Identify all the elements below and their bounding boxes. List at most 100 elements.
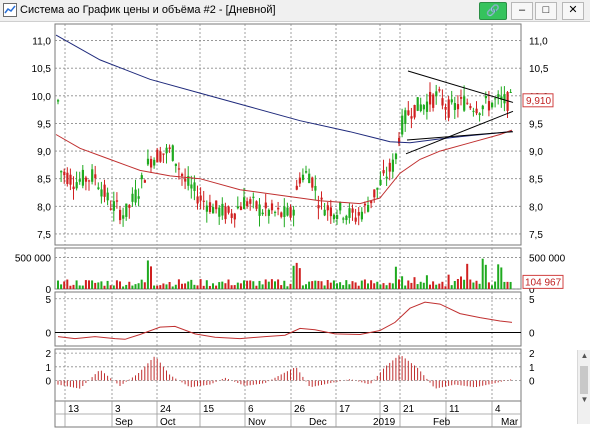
up-candle [78, 179, 81, 182]
volume-bar [227, 279, 230, 289]
volume-bar [295, 262, 298, 289]
oscillator-tick-label-right: 0 [529, 329, 535, 340]
volume-bar [81, 285, 84, 289]
minimize-button[interactable]: – [511, 2, 533, 20]
volume-bar [370, 280, 373, 289]
volume-bar [323, 285, 326, 289]
volume-bar [360, 280, 363, 289]
volume-bar [88, 280, 90, 289]
up-candle [314, 185, 317, 191]
down-candle [351, 208, 354, 213]
price-tick-label-right: 11,0 [529, 37, 548, 48]
scroll-up-icon[interactable]: ▲ [578, 350, 590, 362]
volume-bar [205, 280, 208, 289]
down-candle [444, 107, 447, 110]
volume-bar [469, 279, 472, 289]
volume-bar [373, 283, 376, 289]
up-candle [125, 203, 128, 217]
down-candle [227, 206, 230, 213]
up-candle [484, 95, 487, 99]
volume-bar [348, 284, 351, 289]
volume-bar [484, 264, 487, 289]
time-axis-month-label: Mar [501, 417, 519, 428]
volume-bar [407, 280, 410, 289]
maximize-button[interactable]: □ [535, 2, 557, 20]
volume-bar [134, 284, 137, 289]
up-candle [131, 193, 134, 202]
volume-bar [255, 285, 258, 289]
histogram-tick-label-left: 1 [45, 363, 51, 374]
down-candle [69, 174, 72, 185]
down-candle [456, 104, 460, 110]
volume-bar [367, 283, 369, 289]
volume-bar [267, 281, 270, 289]
volume-bar [413, 277, 416, 289]
up-candle [60, 171, 63, 173]
price-tick-label-left: 10,0 [32, 92, 52, 103]
hist-panel-frame [54, 348, 522, 402]
down-candle [233, 213, 236, 220]
down-candle [159, 151, 162, 162]
down-candle [168, 147, 171, 149]
oscillator-tick-label-left: 5 [45, 295, 51, 306]
up-candle [425, 101, 429, 112]
volume-bar [447, 274, 450, 289]
vertical-scrollbar[interactable]: ▲ ▼ [577, 350, 590, 424]
down-candle [249, 199, 252, 204]
up-candle [478, 113, 481, 116]
volume-bar [357, 285, 360, 289]
volume-bar [156, 285, 159, 289]
up-candle [497, 94, 500, 98]
volume-bar [478, 283, 481, 289]
up-candle [301, 174, 305, 181]
up-candle [218, 207, 221, 217]
up-candle [339, 202, 342, 211]
volume-bar [506, 281, 509, 289]
volume-bar [57, 280, 59, 289]
volume-bar [100, 281, 103, 289]
volume-bar [487, 282, 490, 289]
last-volume-label: 104 967 [525, 277, 562, 288]
volume-bar [435, 284, 438, 289]
scroll-thumb[interactable] [580, 366, 588, 394]
volume-bar [171, 286, 174, 289]
oscillator-tick-label-right: 5 [529, 295, 535, 306]
volume-bar [202, 285, 205, 289]
up-candle [165, 147, 168, 154]
down-candle [363, 203, 367, 206]
down-candle [181, 173, 184, 176]
volume-bar [382, 283, 385, 289]
down-candle [432, 94, 435, 108]
volume-bar [332, 280, 335, 289]
volume-bar [354, 282, 357, 289]
volume-bar [308, 281, 311, 289]
down-candle [382, 170, 385, 174]
volume-bar [177, 279, 180, 289]
volume-bar [143, 282, 146, 289]
time-axis-month-label: Sep [115, 417, 133, 428]
volume-bar [75, 280, 78, 289]
time-axis-month-label: Oct [160, 417, 176, 428]
volume-bar [66, 279, 69, 289]
up-candle [394, 153, 398, 160]
title-bar[interactable]: Система ао График цены и объёма #2 - [Дн… [0, 0, 590, 22]
price-tick-label-right: 7,5 [529, 230, 543, 241]
down-candle [270, 203, 274, 211]
down-candle [184, 178, 187, 182]
link-icon[interactable]: 🔗 [479, 2, 507, 20]
volume-bar [122, 286, 125, 289]
volume-bar [410, 282, 413, 289]
up-candle [205, 205, 208, 212]
volume-bar [193, 284, 196, 289]
down-candle [255, 201, 258, 209]
down-candle [289, 207, 292, 218]
down-candle [441, 98, 444, 106]
up-candle [286, 207, 289, 216]
close-button[interactable]: ✕ [562, 2, 584, 20]
volume-bar [339, 282, 342, 289]
volume-bar [115, 280, 118, 289]
price-volume-chart[interactable]: 11,011,010,510,510,010,09,59,59,09,08,58… [0, 21, 590, 441]
scroll-down-icon[interactable]: ▼ [578, 394, 590, 406]
up-candle [140, 175, 143, 180]
volume-bar [137, 283, 140, 289]
